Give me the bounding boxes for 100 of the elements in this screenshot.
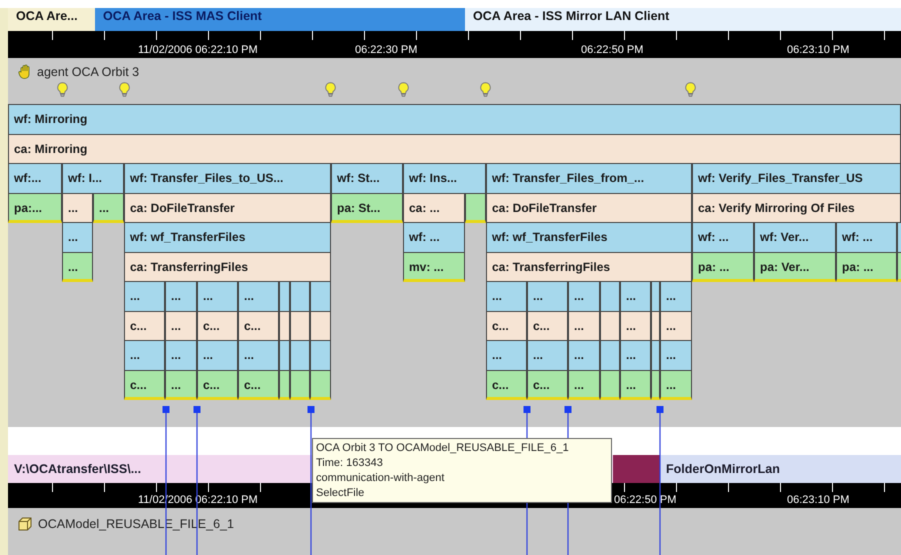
light-bulb-icon[interactable]: [57, 82, 68, 97]
workflow-block[interactable]: [290, 281, 310, 312]
workflow-block[interactable]: ...: [660, 281, 692, 312]
action-block[interactable]: ...: [165, 370, 197, 400]
time-label: 06:23:10 PM: [787, 494, 850, 506]
activity-block[interactable]: ca: TransferringFiles: [486, 252, 692, 282]
activity-block[interactable]: [279, 310, 290, 341]
action-block[interactable]: pa: St...: [331, 192, 403, 223]
activity-block[interactable]: ...: [620, 310, 651, 341]
workflow-block[interactable]: ...: [124, 340, 165, 370]
workflow-block[interactable]: wf: Transfer_Files_from_...: [486, 163, 692, 194]
activity-block[interactable]: ca: DoFileTransfer: [124, 192, 331, 223]
workflow-block[interactable]: [279, 340, 290, 370]
workflow-block[interactable]: ...: [124, 281, 165, 312]
workflow-block[interactable]: ...: [165, 340, 197, 370]
workflow-block[interactable]: wf: Mirroring: [8, 104, 901, 134]
activity-block[interactable]: ...: [660, 310, 692, 341]
action-block[interactable]: pa: ...: [692, 252, 754, 282]
workflow-block[interactable]: wf:...: [8, 163, 62, 194]
workflow-block[interactable]: wf: ...: [836, 222, 897, 252]
action-block[interactable]: [600, 370, 620, 400]
action-block[interactable]: ...: [568, 370, 600, 400]
action-block[interactable]: pa:...: [8, 192, 62, 223]
activity-block[interactable]: c...: [238, 310, 279, 341]
activity-block[interactable]: [600, 310, 620, 341]
light-bulb-icon[interactable]: [119, 82, 130, 97]
workflow-block[interactable]: ...: [568, 340, 600, 370]
activity-block[interactable]: ...: [165, 310, 197, 341]
activity-block[interactable]: [310, 310, 331, 341]
workflow-block[interactable]: wf: St...: [331, 163, 403, 194]
action-block[interactable]: ...: [620, 370, 651, 400]
workflow-block[interactable]: ...: [238, 340, 279, 370]
activity-block[interactable]: ca: DoFileTransfer: [486, 192, 692, 223]
workflow-block[interactable]: wf: I...: [62, 163, 124, 194]
activity-block[interactable]: ca: TransferringFiles: [124, 252, 331, 282]
workflow-block[interactable]: [651, 281, 660, 312]
activity-block[interactable]: ca: ...: [403, 192, 465, 223]
activity-block[interactable]: c...: [527, 310, 568, 341]
workflow-block[interactable]: wf: ...: [692, 222, 754, 252]
action-block[interactable]: ...: [660, 370, 692, 400]
workflow-block[interactable]: ...: [568, 281, 600, 312]
action-block[interactable]: c...: [124, 370, 165, 400]
workflow-block[interactable]: wf: Transfer_Files_to_US...: [124, 163, 331, 194]
workflow-block[interactable]: wf: wf_TransferFiles: [124, 222, 331, 252]
activity-block[interactable]: [290, 310, 310, 341]
action-block[interactable]: [290, 370, 310, 400]
workflow-block[interactable]: wf: Verify_Files_Transfer_US: [692, 163, 901, 194]
event-marker[interactable]: [308, 406, 314, 555]
activity-block[interactable]: ca: Verify Mirroring Of Files: [692, 192, 901, 223]
workflow-block[interactable]: [279, 281, 290, 312]
workflow-block[interactable]: wf: wf_TransferFiles: [486, 222, 692, 252]
light-bulb-icon[interactable]: [685, 82, 696, 97]
workflow-block[interactable]: ...: [238, 281, 279, 312]
action-block[interactable]: c...: [527, 370, 568, 400]
action-block[interactable]: [465, 192, 486, 223]
workflow-block[interactable]: [600, 340, 620, 370]
action-block[interactable]: [651, 370, 660, 400]
workflow-block[interactable]: ...: [486, 281, 527, 312]
workflow-block[interactable]: wf: ...: [403, 222, 465, 252]
activity-block[interactable]: ...: [62, 192, 93, 223]
activity-block[interactable]: [651, 310, 660, 341]
workflow-block[interactable]: [651, 340, 660, 370]
workflow-block[interactable]: ...: [165, 281, 197, 312]
workflow-block[interactable]: ...: [620, 281, 651, 312]
workflow-block[interactable]: [310, 340, 331, 370]
action-block[interactable]: [310, 370, 331, 400]
activity-block[interactable]: c...: [197, 310, 238, 341]
action-block[interactable]: [279, 370, 290, 400]
workflow-block[interactable]: ...: [197, 340, 238, 370]
action-block[interactable]: c...: [486, 370, 527, 400]
workflow-block[interactable]: [310, 281, 331, 312]
activity-block[interactable]: c...: [486, 310, 527, 341]
workflow-block[interactable]: ...: [660, 340, 692, 370]
workflow-block[interactable]: [600, 281, 620, 312]
area-tab[interactable]: OCA Are...: [8, 8, 95, 31]
workflow-block[interactable]: wf: Ins...: [403, 163, 486, 194]
light-bulb-icon[interactable]: [325, 82, 336, 97]
workflow-block[interactable]: ...: [527, 281, 568, 312]
action-block[interactable]: c...: [238, 370, 279, 400]
activity-block[interactable]: ...: [568, 310, 600, 341]
activity-block[interactable]: ca: Mirroring: [8, 134, 901, 164]
light-bulb-icon[interactable]: [398, 82, 409, 97]
workflow-block[interactable]: ...: [197, 281, 238, 312]
light-bulb-icon[interactable]: [480, 82, 491, 97]
workflow-block[interactable]: ...: [527, 340, 568, 370]
action-block[interactable]: c...: [197, 370, 238, 400]
workflow-block[interactable]: ...: [486, 340, 527, 370]
action-block[interactable]: pa: ...: [836, 252, 897, 282]
folder-lane[interactable]: FolderOnMirrorLan: [660, 455, 901, 483]
workflow-block[interactable]: wf: Ver...: [754, 222, 836, 252]
action-block[interactable]: ...: [62, 252, 93, 282]
action-block[interactable]: pa: Ver...: [754, 252, 836, 282]
activity-block[interactable]: c...: [124, 310, 165, 341]
action-block[interactable]: mv: ...: [403, 252, 465, 282]
workflow-block[interactable]: ...: [62, 222, 93, 252]
workflow-block[interactable]: [290, 340, 310, 370]
workflow-block[interactable]: ...: [620, 340, 651, 370]
area-tab[interactable]: OCA Area - ISS MAS Client: [95, 8, 465, 31]
area-tab[interactable]: OCA Area - ISS Mirror LAN Client: [465, 8, 901, 31]
action-block[interactable]: ...: [93, 192, 124, 223]
